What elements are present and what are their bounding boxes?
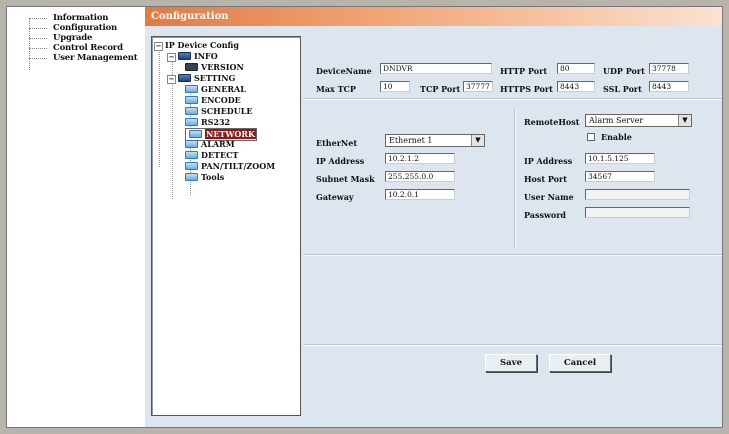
nav-list: Information Configuration Upgrade Contro… — [7, 7, 145, 63]
cancel-button[interactable]: Cancel — [549, 354, 611, 372]
host-port-input[interactable]: 34567 — [585, 171, 655, 182]
folder-icon — [185, 107, 198, 115]
udp-port-label: UDP Port — [603, 66, 645, 76]
tree-node-info[interactable]: − INFO — [167, 51, 218, 62]
http-port-label: HTTP Port — [500, 66, 548, 76]
collapse-icon[interactable]: − — [154, 42, 163, 51]
https-port-label: HTTPS Port — [500, 84, 553, 94]
tcp-port-label: TCP Port — [420, 84, 461, 94]
ethernet-select[interactable]: Ethernet 1 ▼ — [385, 134, 485, 147]
tree-node-general[interactable]: GENERAL — [185, 84, 246, 94]
nav-item-configuration[interactable]: Configuration — [7, 23, 145, 33]
nav-item-information[interactable]: Information — [7, 13, 145, 23]
folder-icon — [185, 85, 198, 93]
http-port-input[interactable]: 80 — [557, 63, 595, 74]
ethernet-label: EtherNet — [316, 138, 358, 148]
configuration-panel: − IP Device Config − INFO VERSION − SETTING… — [145, 26, 722, 427]
ethernet-select-value: Ethernet 1 — [389, 136, 433, 145]
nav-item-control-record[interactable]: Control Record — [7, 43, 145, 53]
folder-icon — [185, 162, 198, 170]
enable-label: Enable — [601, 132, 632, 142]
tree-node-root[interactable]: − IP Device Config — [154, 40, 239, 51]
separator — [303, 254, 722, 256]
tree-node-detect[interactable]: DETECT — [185, 150, 238, 160]
nav-item-upgrade[interactable]: Upgrade — [7, 33, 145, 43]
folder-icon — [185, 96, 198, 104]
ip-address-input[interactable]: 10.2.1.2 — [385, 153, 455, 164]
tree-node-schedule[interactable]: SCHEDULE — [185, 106, 252, 116]
host-port-label: Host Port — [524, 174, 567, 184]
remote-host-select[interactable]: Alarm Server ▼ — [585, 114, 692, 127]
separator — [303, 344, 722, 346]
collapse-icon[interactable]: − — [167, 53, 176, 62]
chevron-down-icon[interactable]: ▼ — [471, 135, 484, 146]
remote-host-label: RemoteHost — [524, 117, 580, 127]
tree-node-version[interactable]: VERSION — [185, 62, 244, 72]
ip-address-label: IP Address — [316, 156, 365, 166]
gateway-label: Gateway — [316, 192, 354, 202]
remote-ip-input[interactable]: 10.1.5.125 — [585, 153, 655, 164]
column-divider — [514, 108, 516, 248]
chevron-down-icon[interactable]: ▼ — [678, 115, 691, 126]
enable-checkbox[interactable] — [587, 133, 595, 141]
subnet-mask-input[interactable]: 255.255.0.0 — [385, 171, 455, 182]
separator — [303, 98, 722, 100]
folder-icon — [185, 118, 198, 126]
panel-title: Configuration — [145, 7, 722, 26]
left-navigation: Information Configuration Upgrade Contro… — [7, 7, 146, 427]
tree-node-rs232[interactable]: RS232 — [185, 117, 230, 127]
config-tree: − IP Device Config − INFO VERSION − SETTING… — [151, 36, 301, 416]
https-port-input[interactable]: 8443 — [557, 81, 595, 92]
user-name-label: User Name — [524, 192, 574, 202]
tcp-port-input[interactable]: 37777 — [463, 81, 493, 92]
tree-node-setting[interactable]: − SETTING — [167, 73, 235, 84]
tree-node-tools[interactable]: Tools — [185, 172, 224, 182]
tree-node-encode[interactable]: ENCODE — [185, 95, 241, 105]
device-name-label: DeviceName — [316, 66, 372, 76]
folder-icon — [185, 151, 198, 159]
max-tcp-label: Max TCP — [316, 84, 356, 94]
app-window: Information Configuration Upgrade Contro… — [6, 6, 723, 428]
tree-node-pan-tilt-zoom[interactable]: PAN/TILT/ZOOM — [185, 161, 275, 171]
user-name-input[interactable] — [585, 189, 690, 200]
collapse-icon[interactable]: − — [167, 75, 176, 84]
max-tcp-input[interactable]: 10 — [380, 81, 410, 92]
remote-ip-label: IP Address — [524, 156, 573, 166]
ssl-port-label: SSL Port — [603, 84, 642, 94]
udp-port-input[interactable]: 37778 — [649, 63, 689, 74]
nav-item-user-management[interactable]: User Management — [7, 53, 145, 63]
remote-host-select-value: Alarm Server — [589, 116, 644, 125]
password-label: Password — [524, 210, 567, 220]
tree-node-alarm[interactable]: ALARM — [185, 139, 235, 149]
device-name-input[interactable]: DNDVR — [380, 63, 492, 74]
settings-icon — [178, 74, 191, 82]
folder-icon — [178, 52, 191, 60]
folder-icon — [189, 130, 202, 138]
gateway-input[interactable]: 10.2.0.1 — [385, 189, 455, 200]
save-button[interactable]: Save — [485, 354, 537, 372]
computer-icon — [185, 63, 198, 71]
password-input[interactable] — [585, 207, 690, 218]
ssl-port-input[interactable]: 8443 — [649, 81, 689, 92]
subnet-mask-label: Subnet Mask — [316, 174, 375, 184]
folder-icon — [185, 140, 198, 148]
folder-icon — [185, 173, 198, 181]
